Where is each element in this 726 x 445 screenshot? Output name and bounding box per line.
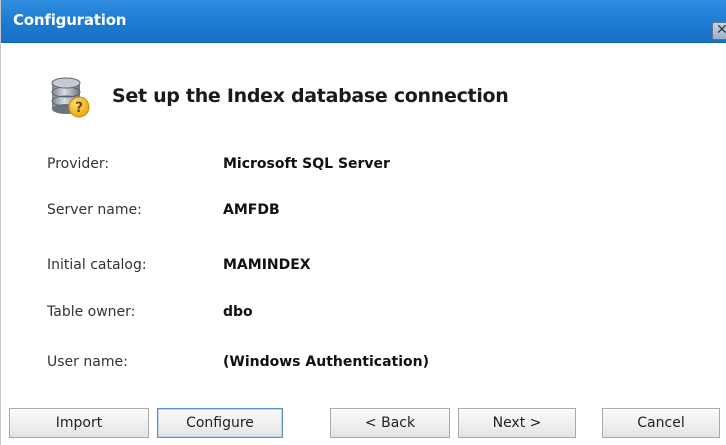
provider-label: Provider:	[47, 156, 110, 172]
table-owner-label: Table owner:	[47, 304, 136, 320]
title-bar[interactable]: Configuration ✕	[1, 0, 726, 43]
import-button[interactable]: Import	[9, 408, 149, 438]
configuration-dialog: Configuration ✕ ? Set up the Index datab…	[0, 0, 726, 445]
provider-value: Microsoft SQL Server	[223, 156, 390, 172]
back-button[interactable]: < Back	[330, 408, 450, 438]
user-name-label: User name:	[47, 354, 128, 370]
close-icon: ✕	[716, 22, 726, 38]
initial-catalog-value: MAMINDEX	[223, 257, 311, 273]
cancel-button[interactable]: Cancel	[602, 408, 720, 438]
user-name-value: (Windows Authentication)	[223, 354, 430, 370]
next-button[interactable]: Next >	[458, 408, 576, 438]
svg-text:?: ?	[75, 100, 83, 116]
configure-button[interactable]: Configure	[157, 408, 283, 438]
server-name-label: Server name:	[47, 202, 142, 218]
initial-catalog-label: Initial catalog:	[47, 257, 147, 273]
page-heading: Set up the Index database connection	[112, 85, 509, 107]
database-help-icon: ?	[51, 77, 90, 118]
server-name-value: AMFDB	[223, 202, 280, 218]
close-button[interactable]: ✕	[712, 22, 726, 40]
table-owner-value: dbo	[223, 304, 253, 320]
dialog-title: Configuration	[13, 11, 127, 29]
